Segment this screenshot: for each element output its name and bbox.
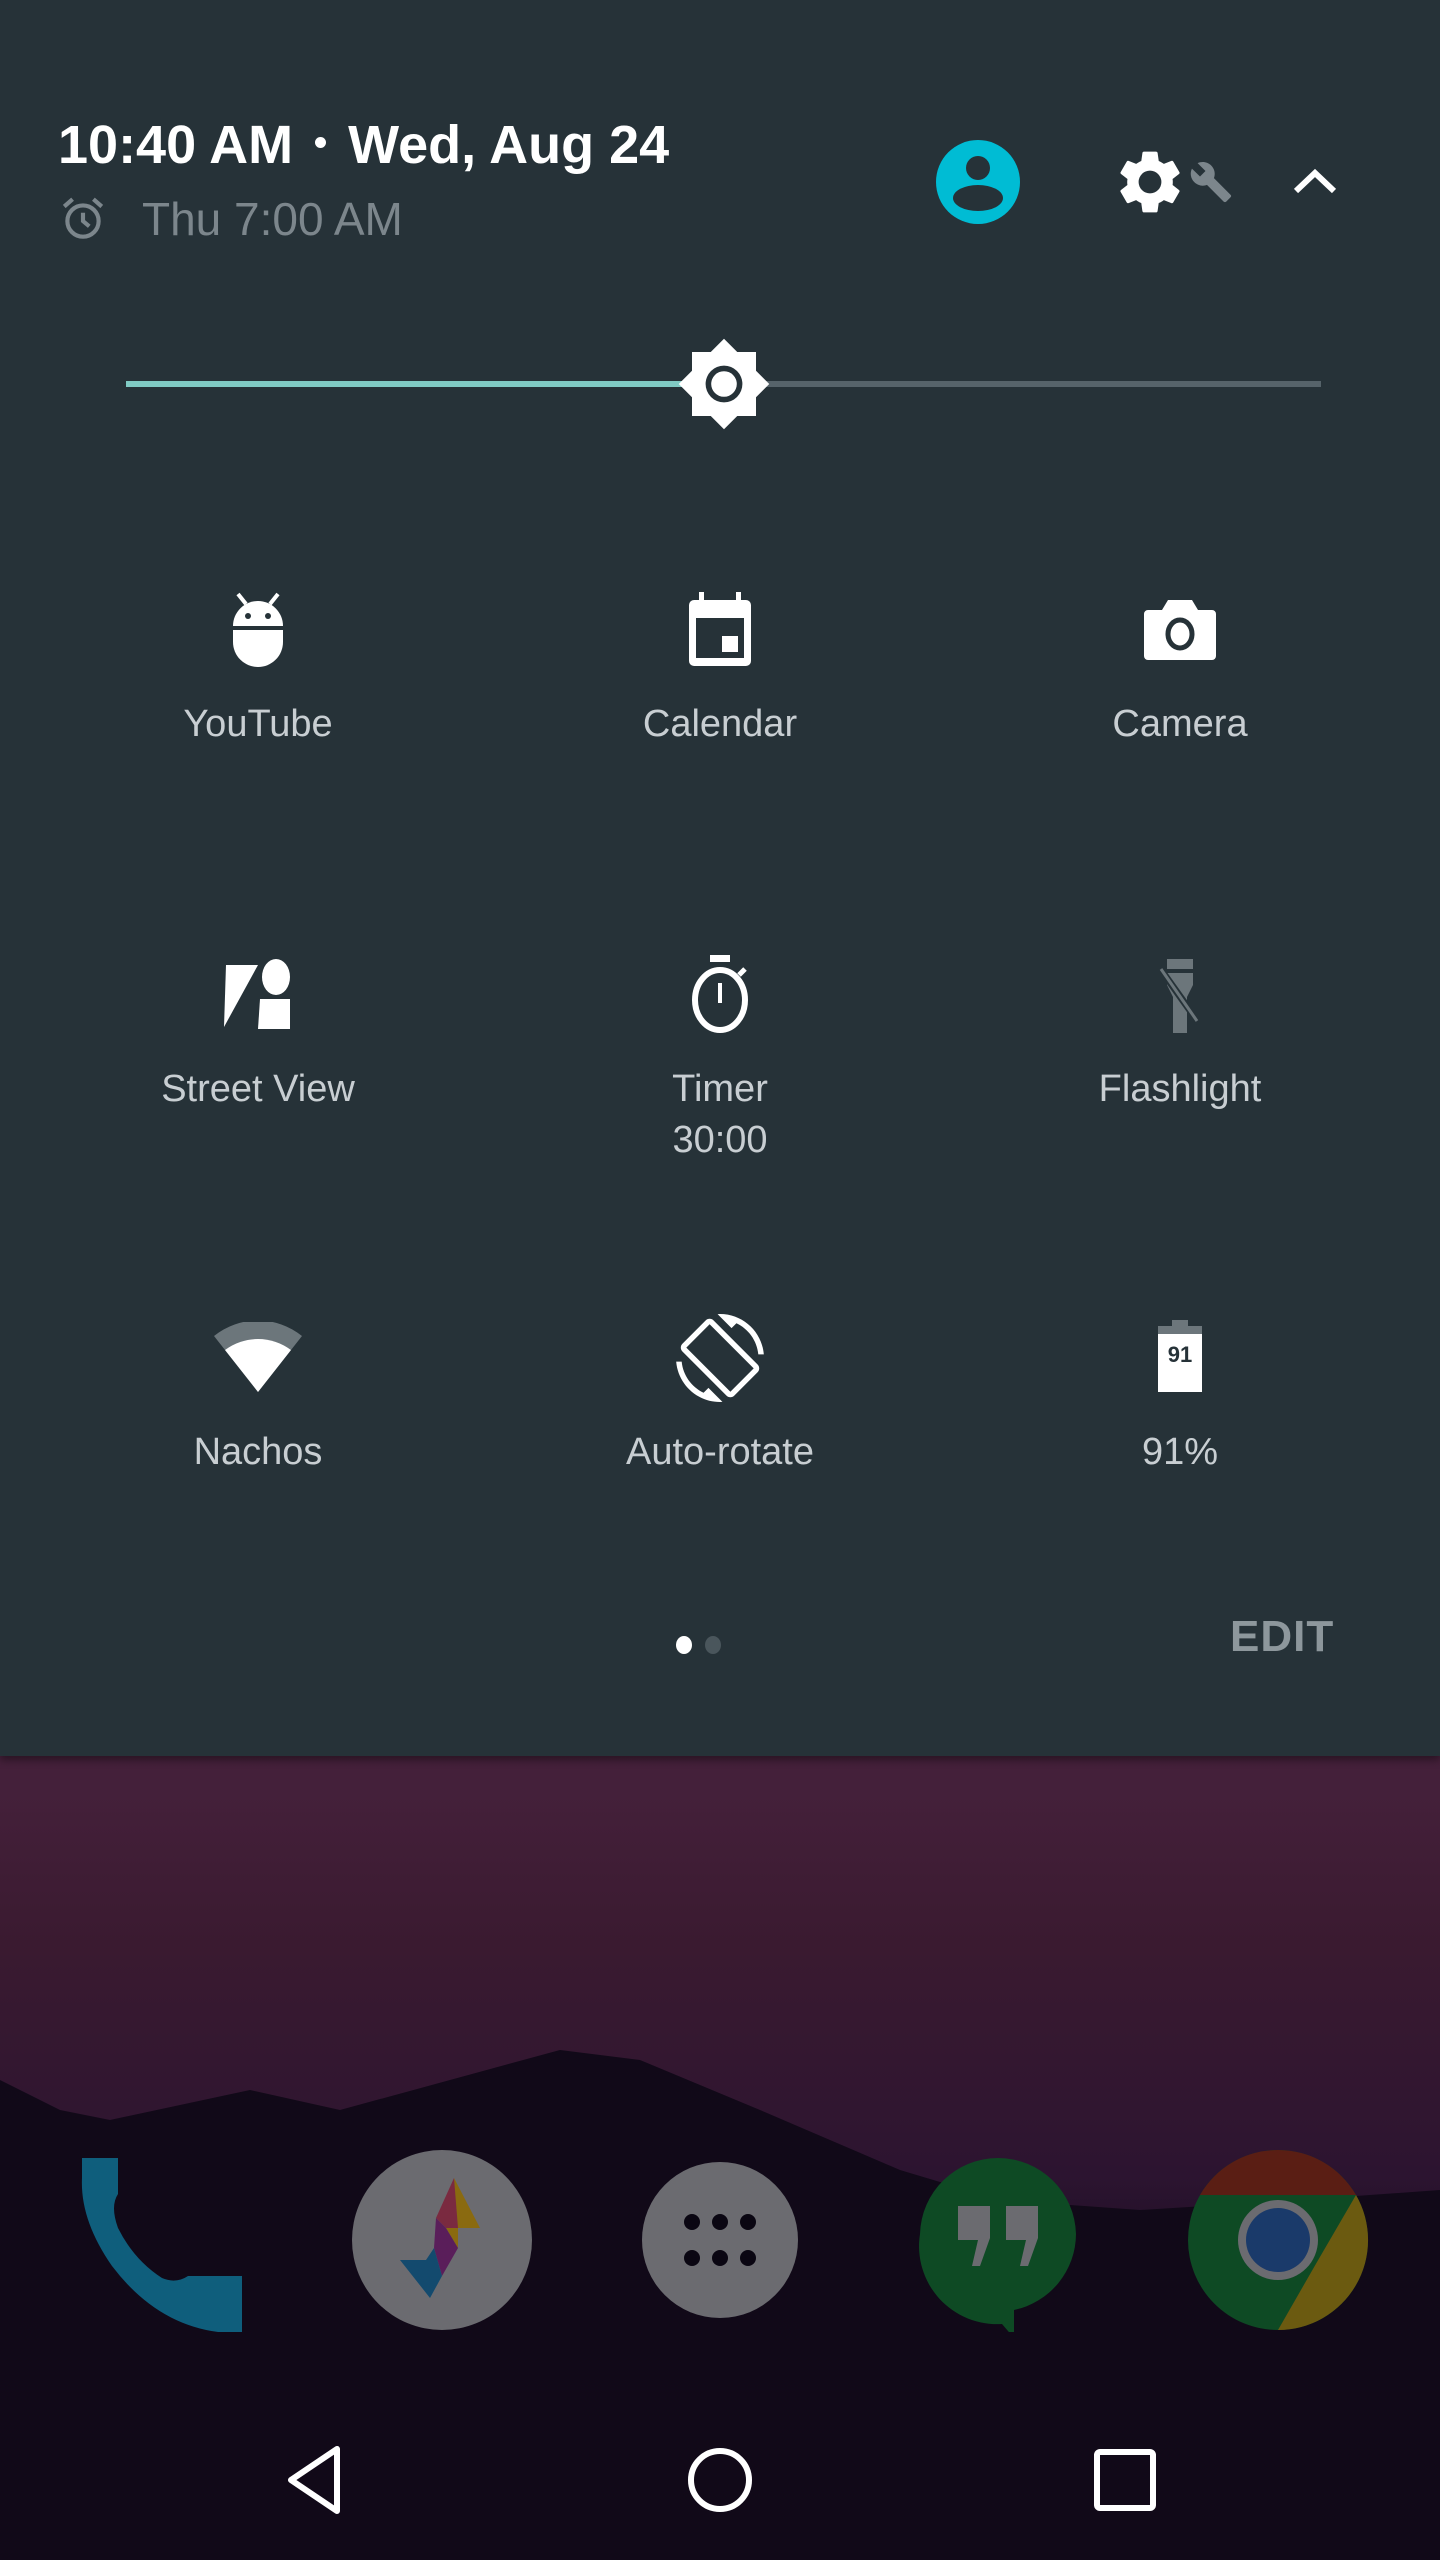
tile-calendar[interactable]: Calendar — [490, 585, 950, 746]
collapse-panel-button[interactable] — [1280, 150, 1350, 214]
tile-label: YouTube — [183, 703, 333, 745]
tile-label: Calendar — [642, 703, 798, 745]
nav-back-button[interactable] — [270, 2440, 360, 2520]
tile-timer[interactable]: Timer 30:00 — [490, 950, 950, 1162]
dock-sync-app[interactable] — [350, 2148, 534, 2332]
user-switch-button[interactable] — [934, 138, 1022, 226]
wrench-icon — [1190, 162, 1232, 203]
tile-camera[interactable]: Camera — [950, 585, 1410, 746]
app-drawer-icon — [642, 2162, 798, 2318]
dock-app-drawer[interactable] — [628, 2148, 812, 2332]
back-icon — [288, 2446, 340, 2514]
calendar-icon — [689, 592, 751, 666]
clock-date-header[interactable]: 10:40 AM Wed, Aug 24 — [58, 114, 669, 176]
page-indicator — [676, 1636, 721, 1654]
camera-icon — [1144, 600, 1216, 660]
page-dot-inactive[interactable] — [705, 1636, 721, 1654]
settings-gear-icon — [1120, 151, 1180, 213]
page-dot-active[interactable] — [676, 1636, 692, 1654]
tile-flashlight[interactable]: Flashlight — [950, 950, 1410, 1111]
tile-street-view[interactable]: Street View — [28, 950, 488, 1111]
brightness-slider[interactable] — [111, 338, 1321, 430]
nav-recents-button[interactable] — [1080, 2440, 1170, 2520]
chrome-icon — [1188, 2150, 1369, 2330]
date-text[interactable]: Wed, Aug 24 — [348, 115, 669, 175]
android-icon — [233, 592, 283, 667]
tile-youtube[interactable]: YouTube — [28, 585, 488, 746]
screen-rotation-icon — [676, 1314, 764, 1402]
quick-settings-panel: 10:40 AM Wed, Aug 24 Thu 7:00 AM YouTube… — [0, 0, 1440, 1756]
brightness-thumb[interactable] — [676, 336, 772, 432]
dock-phone[interactable] — [66, 2148, 250, 2332]
alarm-time: Thu 7:00 AM — [142, 193, 403, 245]
wifi-icon — [214, 1322, 302, 1392]
tile-auto-rotate[interactable]: Auto-rotate — [490, 1313, 950, 1474]
tile-label: Nachos — [193, 1431, 323, 1473]
alarm-icon — [62, 197, 104, 239]
recents-icon — [1094, 2449, 1156, 2511]
brightness-icon — [678, 338, 769, 430]
developer-options-indicator — [1186, 156, 1236, 208]
brightness-fill — [126, 381, 724, 387]
dock-chrome[interactable] — [1186, 2148, 1370, 2332]
battery-level-text: 91 — [1168, 1342, 1192, 1367]
tile-label: 91% — [1141, 1431, 1219, 1473]
tile-label: Auto-rotate — [626, 1431, 814, 1473]
nav-home-button[interactable] — [675, 2440, 765, 2520]
settings-button[interactable] — [1105, 140, 1195, 224]
tile-label: Flashlight — [1098, 1068, 1262, 1110]
tile-label: Timer — [672, 1068, 768, 1110]
home-icon — [688, 2448, 752, 2512]
timer-icon — [692, 955, 748, 1033]
sync-app-icon — [352, 2150, 532, 2330]
tile-label: Camera — [1112, 703, 1248, 745]
tile-wifi[interactable]: Nachos — [28, 1313, 488, 1474]
timer-value: 30:00 — [672, 1119, 768, 1161]
next-alarm[interactable]: Thu 7:00 AM — [58, 192, 403, 246]
hangouts-icon — [919, 2158, 1076, 2332]
tile-battery[interactable]: 91 91% — [950, 1313, 1410, 1474]
chevron-up-icon — [1293, 168, 1337, 194]
flashlight-off-icon — [1156, 959, 1202, 1033]
phone-icon — [81, 2158, 242, 2332]
street-view-icon — [224, 959, 290, 1029]
separator-dot — [315, 137, 327, 149]
edit-tiles-button[interactable]: EDIT — [1230, 1612, 1334, 1662]
clock-time[interactable]: 10:40 AM — [58, 115, 293, 175]
battery-icon: 91 — [1158, 1320, 1202, 1392]
dock-hangouts[interactable] — [906, 2148, 1090, 2332]
user-account-icon — [936, 140, 1020, 224]
tile-label: Street View — [161, 1068, 355, 1110]
